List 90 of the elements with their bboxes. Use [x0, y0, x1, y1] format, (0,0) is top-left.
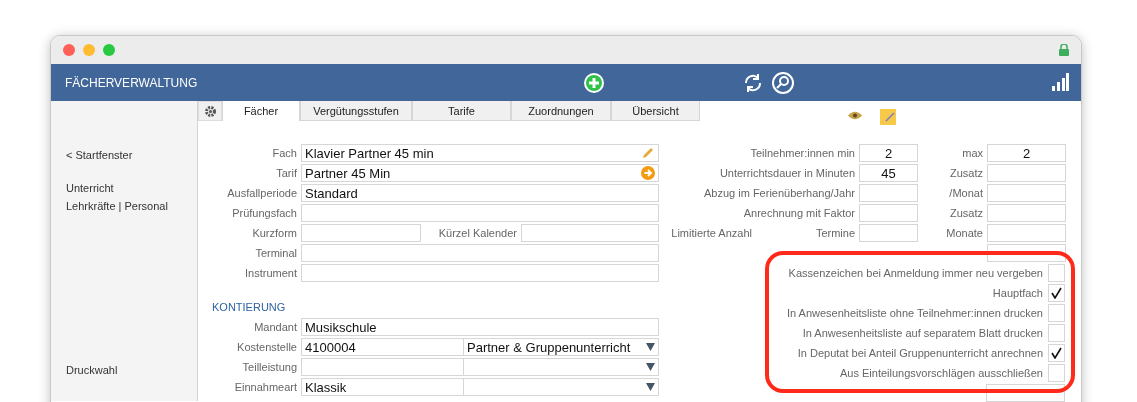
checkbox[interactable]: [1048, 324, 1065, 342]
checkbox[interactable]: [1048, 264, 1065, 282]
checkbox[interactable]: [1048, 284, 1065, 302]
field-label: Anrechnung mit Faktor: [742, 207, 855, 219]
lock-icon: [1059, 44, 1069, 56]
field-label: Zusatz: [949, 167, 983, 179]
pencil-icon[interactable]: [641, 146, 655, 160]
tab[interactable]: Fächer: [222, 101, 300, 121]
field-label: Kürzel Kalender: [437, 227, 517, 239]
section-heading: KONTIERUNG: [212, 301, 287, 313]
print-link[interactable]: Druckwahl: [66, 361, 118, 379]
input-field[interactable]: [521, 224, 659, 242]
checkbox-label: Kassenzeichen bei Anmeldung immer neu vergeben: [788, 267, 1043, 279]
signal-bars-icon: [1052, 73, 1069, 91]
input-field[interactable]: [987, 204, 1066, 222]
search-icon[interactable]: [772, 72, 794, 94]
input-field[interactable]: Klavier Partner 45 min: [301, 144, 659, 162]
eye-icon[interactable]: [848, 111, 862, 120]
field-label: Monate: [945, 227, 983, 239]
field-label: max: [961, 147, 983, 159]
dropdown-field[interactable]: [463, 378, 659, 396]
sidebar-link[interactable]: Unterricht: [66, 179, 114, 197]
tab[interactable]: Vergütungsstufen: [300, 101, 412, 121]
field-label: Mandant: [253, 321, 297, 333]
dropdown-caret-icon[interactable]: [646, 343, 655, 351]
input-field[interactable]: [987, 184, 1066, 202]
checkbox-label: In Anwesenheitsliste auf separatem Blatt drucken: [802, 327, 1043, 339]
refresh-icon[interactable]: [742, 72, 764, 94]
zoom-button[interactable]: [103, 44, 115, 56]
field-label: Terminal: [254, 247, 297, 259]
field-label: Kostenstelle: [236, 341, 297, 353]
input-field[interactable]: [301, 244, 659, 262]
checkmark-icon: [1051, 347, 1062, 359]
dropdown-caret-icon[interactable]: [646, 383, 655, 391]
arrow-circle-icon[interactable]: [641, 166, 655, 180]
checkbox-label: Hauptfach: [992, 287, 1043, 299]
input-field[interactable]: 2: [987, 144, 1066, 162]
checkbox[interactable]: [1048, 344, 1065, 362]
tab[interactable]: Übersicht: [611, 101, 700, 121]
input-field[interactable]: [301, 204, 659, 222]
field-label: Einnahmeart: [233, 381, 297, 393]
checkbox[interactable]: [1048, 364, 1065, 382]
field-label: Ausfallperiode: [226, 187, 297, 199]
app-title: FÄCHERVERWALTUNG: [65, 75, 198, 90]
checkbox-label: Aus Einteilungsvorschlägen ausschließen: [840, 367, 1043, 379]
dropdown-caret-icon[interactable]: [646, 363, 655, 371]
dropdown-field[interactable]: [463, 358, 659, 376]
input-field[interactable]: Musikschule: [301, 318, 659, 336]
checkbox-label: In Deputat bei Anteil Gruppenunterricht anrechnen: [797, 347, 1043, 359]
settings-button[interactable]: [198, 101, 222, 121]
tab[interactable]: Zuordnungen: [511, 101, 611, 121]
tab[interactable]: Tarife: [412, 101, 511, 121]
field-label: Prüfungsfach: [231, 207, 297, 219]
input-field[interactable]: 2: [859, 144, 918, 162]
field-label: Abzug im Ferienüberhang/Jahr: [702, 187, 855, 199]
input-field[interactable]: [859, 204, 918, 222]
field-label: Instrument: [244, 267, 297, 279]
field-label: Teilnehmer:innen min: [749, 147, 855, 159]
field-label: Fach: [271, 147, 297, 159]
checkbox-label: In Anwesenheitsliste ohne Teilnehmer:innen drucken: [786, 307, 1043, 319]
input-field[interactable]: [987, 164, 1066, 182]
note-icon[interactable]: [880, 109, 897, 125]
checkbox[interactable]: [1048, 304, 1065, 322]
field-label: Tarif: [275, 167, 297, 179]
field-label: Teilleistung: [241, 361, 297, 373]
field-label: /Monat: [948, 187, 983, 199]
input-field[interactable]: [859, 224, 918, 242]
field-label: Zusatz: [949, 207, 983, 219]
minimize-button[interactable]: [83, 44, 95, 56]
add-icon[interactable]: [583, 72, 605, 94]
close-button[interactable]: [63, 44, 75, 56]
input-field[interactable]: [987, 224, 1066, 242]
input-field[interactable]: [301, 224, 421, 242]
checkmark-icon: [1051, 287, 1062, 299]
gear-icon: [203, 104, 217, 118]
field-label: Termine: [814, 227, 855, 239]
input-field[interactable]: [301, 358, 464, 376]
input-field[interactable]: 45: [859, 164, 918, 182]
sidebar-link[interactable]: Lehrkräfte | Personal: [66, 197, 168, 215]
input-field[interactable]: Standard: [301, 184, 659, 202]
input-field[interactable]: Klassik: [301, 378, 464, 396]
field-label: Limitierte Anzahl: [670, 227, 752, 239]
input-field[interactable]: [859, 184, 918, 202]
field-label: Kurzform: [251, 227, 297, 239]
field-label: Unterrichtsdauer in Minuten: [718, 167, 855, 179]
back-link[interactable]: < Startfenster: [66, 146, 133, 164]
input-field[interactable]: 4100004: [301, 338, 464, 356]
input-field[interactable]: [301, 264, 659, 282]
dropdown-field[interactable]: Partner & Gruppenunterricht: [463, 338, 659, 356]
input-field[interactable]: Partner 45 Min: [301, 164, 659, 182]
